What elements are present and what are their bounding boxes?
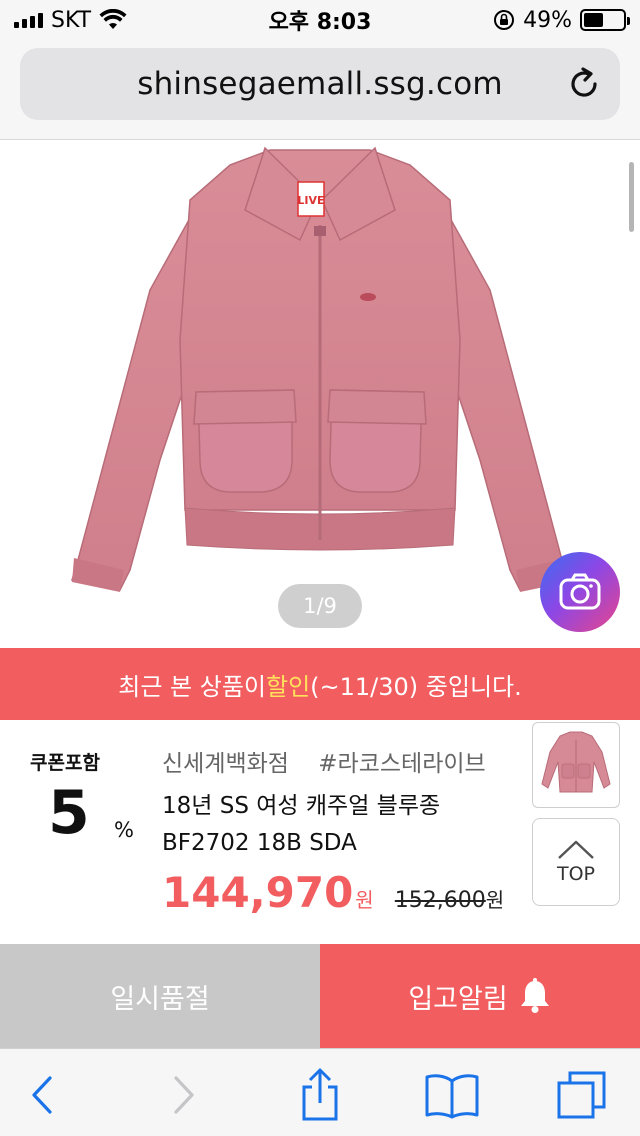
banner-text-after: (~11/30) 중입니다. (310, 672, 522, 701)
bell-icon (520, 978, 549, 1013)
restock-label: 입고알림 (408, 983, 508, 1015)
back-icon (32, 1076, 52, 1114)
original-price: 152,600 (394, 888, 486, 913)
jacket-tag-text: LIVE (297, 194, 324, 207)
forward-button[interactable] (156, 1067, 212, 1123)
soldout-label: 일시품절 (110, 983, 210, 1015)
reload-icon[interactable] (566, 66, 602, 102)
discount-notice-banner[interactable]: 최근 본 상품이 할인 (~11/30) 중입니다. (0, 648, 640, 720)
bookmarks-icon (425, 1074, 479, 1119)
thumbnail-jacket-image (541, 731, 611, 793)
browser-header: shinsegaemall.ssg.com (0, 40, 640, 140)
store-name-link[interactable]: 신세계백화점 (162, 751, 289, 777)
url-text[interactable]: shinsegaemall.ssg.com (137, 66, 503, 102)
signal-icon (14, 12, 43, 28)
share-button[interactable] (292, 1067, 348, 1123)
top-button-label: TOP (556, 863, 596, 885)
wifi-icon (99, 9, 127, 29)
purchase-actions: 일시품절 입고알림 (0, 944, 640, 1048)
scroll-indicator (629, 162, 634, 232)
status-bar-left: SKT (14, 8, 127, 33)
banner-highlight: 할인 (266, 672, 311, 701)
address-bar[interactable]: shinsegaemall.ssg.com (20, 48, 620, 120)
forward-icon (174, 1076, 194, 1114)
image-page-indicator: 1/9 (278, 584, 362, 628)
product-info: 쿠폰포함 5 % 신세계백화점 #라코스테라이브 18년 SS 여성 캐주얼 블… (0, 720, 640, 944)
browser-toolbar (0, 1048, 640, 1136)
banner-text-before: 최근 본 상품이 (118, 672, 266, 701)
recent-product-thumbnail[interactable] (532, 722, 620, 808)
coupon-discount-number: 5 (48, 778, 90, 848)
scroll-to-top-button[interactable]: TOP (532, 818, 620, 906)
restock-alert-button[interactable]: 입고알림 (320, 944, 640, 1048)
battery-level (584, 13, 603, 27)
bookmarks-button[interactable] (424, 1067, 480, 1123)
camera-icon (559, 573, 601, 610)
share-icon (302, 1068, 338, 1121)
battery-percent: 49% (523, 7, 572, 33)
back-button[interactable] (14, 1067, 70, 1123)
status-bar: SKT 오후 8:03 49% (0, 0, 640, 40)
product-title: 18년 SS 여성 캐주얼 블루종 BF2702 18B SDA (162, 793, 441, 856)
chevron-up-icon (558, 840, 594, 859)
battery-icon (580, 9, 630, 31)
brand-line: 신세계백화점 #라코스테라이브 (162, 744, 486, 778)
status-bar-right: 49% (493, 7, 630, 33)
sale-price-currency: 원 (355, 888, 374, 912)
sale-price: 144,970 (162, 868, 354, 917)
carrier-name: SKT (51, 7, 92, 33)
camera-search-button[interactable] (540, 552, 620, 632)
tabs-icon (557, 1071, 606, 1119)
product-image-gallery[interactable]: LIVE 1/9 (0, 140, 640, 648)
rotation-lock-icon (494, 10, 515, 30)
tabs-button[interactable] (554, 1067, 610, 1123)
price-block: 144,970 원 152,600원 (162, 868, 504, 917)
coupon-percent-sign: % (114, 818, 134, 842)
brand-tag-link[interactable]: #라코스테라이브 (318, 751, 485, 777)
soldout-button[interactable]: 일시품절 (0, 944, 320, 1048)
original-price-currency: 원 (485, 888, 505, 912)
coupon-label: 쿠폰포함 (30, 752, 100, 774)
